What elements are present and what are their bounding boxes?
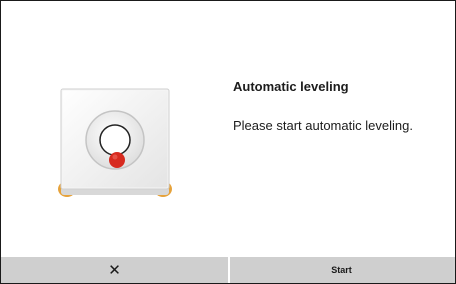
- dialog-content: Automatic leveling Please start automati…: [1, 1, 455, 257]
- level-sensor-illustration: [55, 87, 175, 199]
- leveling-dialog: Automatic leveling Please start automati…: [0, 0, 456, 284]
- level-sensor-icon: [58, 88, 172, 197]
- dialog-message: Please start automatic leveling.: [233, 118, 413, 133]
- cancel-button[interactable]: ✕: [1, 257, 230, 283]
- start-button[interactable]: Start: [230, 257, 453, 283]
- close-icon: ✕: [108, 260, 121, 279]
- button-bar: ✕ Start: [1, 257, 455, 283]
- dialog-title: Automatic leveling: [233, 79, 349, 94]
